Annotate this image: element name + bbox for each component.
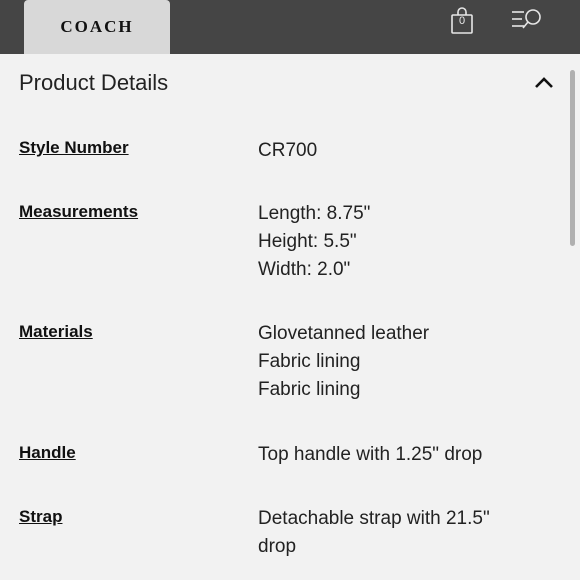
spec-value-handle: Top handle with 1.25" drop [258, 441, 558, 469]
chevron-up-icon[interactable] [533, 74, 555, 90]
spec-label-handle: Handle [19, 443, 76, 462]
top-nav-bar: COACH 0 [0, 0, 580, 54]
spec-value-line: Height: 5.5" [258, 231, 357, 252]
spec-value-line: Glovetanned leather [258, 323, 430, 344]
spec-value-style-number: CR700 [258, 137, 558, 165]
spec-value-line: Width: 2.0" [258, 259, 351, 280]
spec-value-measurements: Length: 8.75" Height: 5.5" Width: 2.0" [258, 200, 558, 284]
spec-value-materials: Glovetanned leather Fabric lining Fabric… [258, 320, 558, 404]
cart-count-badge: 0 [458, 15, 466, 27]
menu-search-icon[interactable] [510, 7, 544, 33]
spec-label-measurements: Measurements [19, 202, 139, 221]
spec-value-line: Top handle with 1.25" drop [258, 444, 483, 465]
spec-value-line: CR700 [258, 140, 318, 161]
spec-label-strap: Strap [19, 507, 63, 526]
scrollbar[interactable] [570, 70, 575, 246]
panel-title: Product Details [19, 70, 169, 95]
spec-label-style-number: Style Number [19, 138, 129, 157]
spec-value-strap: Detachable strap with 21.5" drop [258, 505, 558, 561]
spec-value-line: Detachable strap with 21.5" [258, 508, 490, 529]
spec-value-line: Length: 8.75" [258, 203, 371, 224]
spec-value-line: Fabric lining [258, 351, 361, 372]
brand-logo: COACH [60, 17, 134, 36]
brand-logo-tab[interactable]: COACH [24, 0, 170, 54]
spec-value-line: Fabric lining [258, 379, 361, 400]
spec-label-materials: Materials [19, 322, 93, 341]
spec-value-line: drop [258, 536, 297, 557]
